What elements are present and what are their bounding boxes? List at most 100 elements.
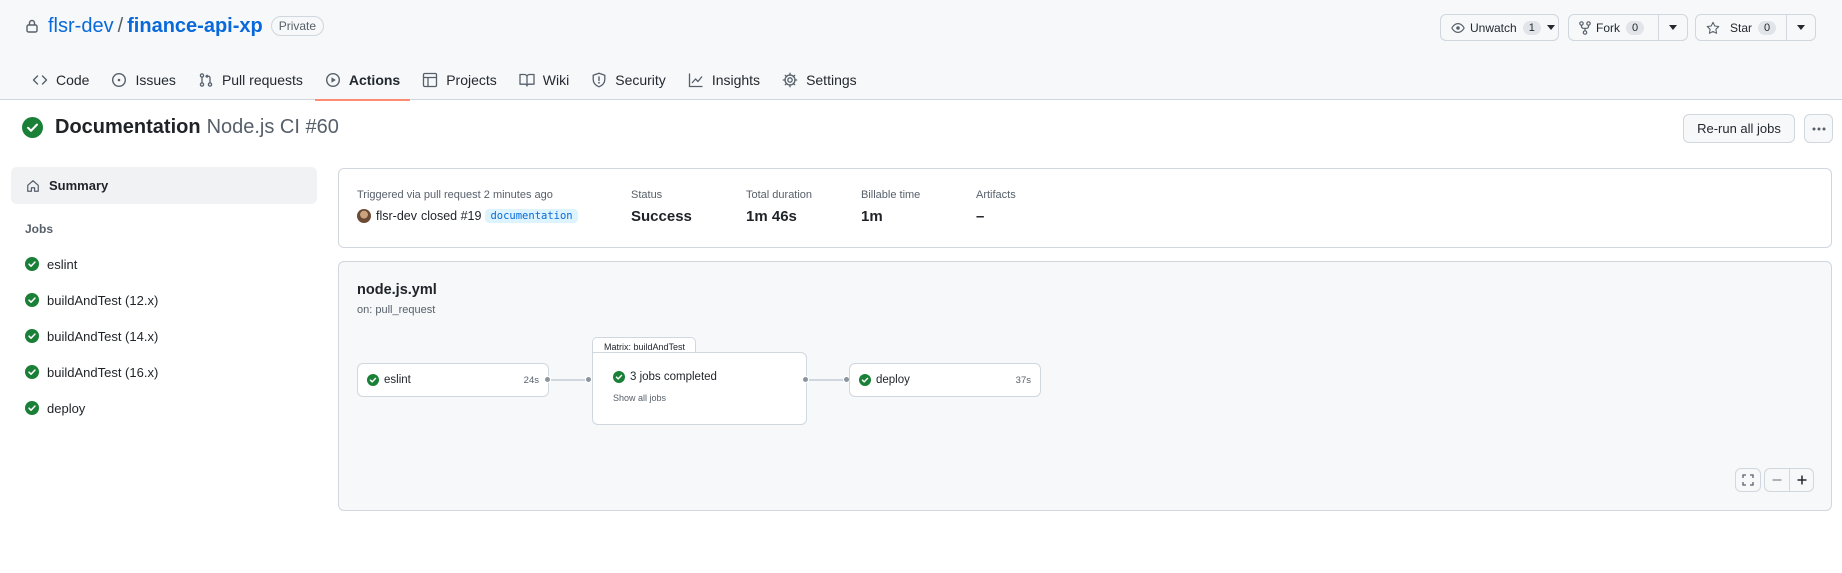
plus-icon (1796, 474, 1808, 486)
workflow-name: Documentation (55, 116, 201, 138)
avatar[interactable] (357, 209, 371, 223)
graph-connector-dot (544, 376, 551, 383)
success-check-icon (25, 293, 47, 307)
lock-icon (26, 19, 38, 33)
gear-icon (782, 72, 806, 88)
sidebar-job-buildandtest-12[interactable]: buildAndTest (12.x) (25, 282, 315, 318)
job-duration: 24s (523, 374, 539, 386)
fork-dropdown-button[interactable] (1658, 15, 1687, 40)
tab-pull-requests[interactable]: Pull requests (188, 60, 313, 100)
success-check-icon (859, 374, 876, 386)
fullscreen-button[interactable] (1735, 468, 1761, 492)
fork-button-group: Fork 0 (1568, 14, 1688, 41)
graph-connector-line (809, 379, 843, 381)
table-icon (422, 72, 446, 88)
job-duration: 37s (1015, 374, 1031, 386)
graph-connector-dot (802, 376, 809, 383)
star-dropdown-button[interactable] (1786, 15, 1815, 40)
star-button-group: Star 0 (1695, 14, 1816, 41)
tab-label: Actions (348, 72, 401, 88)
fork-button[interactable]: Fork 0 (1569, 15, 1658, 40)
chevron-down-icon (1546, 25, 1560, 30)
unwatch-button[interactable]: Unwatch 1 (1440, 14, 1559, 41)
run-title: Documentation Node.js CI #60 (22, 116, 339, 139)
visibility-badge: Private (270, 16, 325, 36)
tab-code[interactable]: Code (22, 60, 99, 100)
pr-branch-label[interactable]: documentation (485, 209, 578, 223)
duration-value[interactable]: 1m 46s (746, 208, 812, 225)
run-summary-box: Triggered via pull request 2 minutes ago… (338, 168, 1832, 248)
repo-owner-link[interactable]: flsr-dev (48, 15, 114, 38)
duration-info: Total duration 1m 46s (746, 189, 812, 225)
tab-label: Insights (711, 72, 761, 88)
matrix-status-label: 3 jobs completed (630, 371, 717, 383)
status-info: Status Success (631, 189, 692, 225)
tab-label: Wiki (542, 72, 570, 88)
repo-header: flsr-dev / finance-api-xp Private Unwatc… (0, 0, 1842, 101)
trigger-action-link[interactable]: closed #19 (421, 209, 481, 223)
jobs-heading: Jobs (25, 222, 54, 236)
graph-connector-line (551, 379, 585, 381)
sidebar-item-label: Summary (49, 178, 109, 193)
success-check-icon (25, 257, 47, 271)
repo-separator: / (117, 14, 124, 37)
zoom-controls (1764, 468, 1814, 492)
billable-value[interactable]: 1m (861, 208, 920, 225)
tab-issues[interactable]: Issues (101, 60, 185, 100)
tab-security[interactable]: Security (581, 60, 676, 100)
chevron-down-icon (1797, 25, 1806, 30)
tab-label: Code (56, 72, 90, 88)
job-label: deploy (47, 400, 86, 416)
sidebar-job-buildandtest-16[interactable]: buildAndTest (16.x) (25, 354, 315, 390)
graph-job-deploy[interactable]: deploy 37s (849, 363, 1041, 397)
sidebar-job-eslint[interactable]: eslint (25, 246, 315, 282)
repo-nav-tabs: Code Issues Pull requests Actions Projec… (22, 60, 869, 101)
workflow-file-name[interactable]: node.js.yml (357, 282, 437, 298)
minus-icon (1771, 474, 1783, 486)
billable-label: Billable time (861, 189, 921, 201)
trigger-info: Triggered via pull request 2 minutes ago… (357, 189, 578, 223)
more-options-button[interactable] (1804, 114, 1833, 143)
show-all-jobs-link[interactable]: Show all jobs (613, 393, 806, 403)
fork-count: 0 (1626, 20, 1645, 35)
graph-job-eslint[interactable]: eslint 24s (357, 363, 549, 397)
job-label: buildAndTest (12.x) (47, 292, 159, 308)
tab-settings[interactable]: Settings (772, 60, 867, 100)
graph-icon (688, 72, 712, 88)
fullscreen-icon (1742, 474, 1754, 486)
pull-request-icon (198, 72, 222, 88)
tab-label: Settings (806, 72, 857, 88)
zoom-in-button[interactable] (1789, 469, 1813, 491)
fork-icon (1579, 20, 1596, 35)
repo-title: flsr-dev / finance-api-xp Private (26, 14, 325, 38)
chevron-down-icon (1669, 25, 1678, 30)
workflow-graph: node.js.yml on: pull_request eslint 24s … (338, 261, 1832, 511)
sidebar-item-summary[interactable]: Summary (11, 167, 317, 204)
duration-label: Total duration (746, 189, 813, 201)
tab-actions[interactable]: Actions (314, 60, 411, 101)
artifacts-value: – (976, 208, 985, 225)
unwatch-label: Unwatch (1470, 20, 1517, 35)
job-list: eslint buildAndTest (12.x) buildAndTest … (25, 246, 315, 426)
tab-label: Projects (446, 72, 497, 88)
tab-insights[interactable]: Insights (678, 60, 770, 100)
job-label: deploy (876, 374, 910, 386)
play-icon (325, 72, 349, 88)
tab-projects[interactable]: Projects (412, 60, 507, 100)
tab-wiki[interactable]: Wiki (509, 60, 579, 100)
sidebar-job-deploy[interactable]: deploy (25, 390, 315, 426)
book-icon (519, 72, 543, 88)
eye-icon (1451, 21, 1470, 35)
rerun-all-jobs-button[interactable]: Re-run all jobs (1683, 114, 1795, 143)
repo-name-link[interactable]: finance-api-xp (127, 15, 263, 38)
fork-label: Fork (1596, 20, 1620, 35)
star-button[interactable]: Star 0 (1696, 15, 1786, 40)
zoom-out-button[interactable] (1765, 469, 1789, 491)
star-label: Star (1730, 20, 1753, 35)
success-check-icon (367, 374, 384, 386)
status-label: Status (631, 189, 663, 201)
billable-info: Billable time 1m (861, 189, 920, 225)
actor-link[interactable]: flsr-dev (376, 209, 417, 223)
sidebar-job-buildandtest-14[interactable]: buildAndTest (14.x) (25, 318, 315, 354)
graph-matrix-buildandtest[interactable]: 3 jobs completed Show all jobs (592, 352, 807, 425)
